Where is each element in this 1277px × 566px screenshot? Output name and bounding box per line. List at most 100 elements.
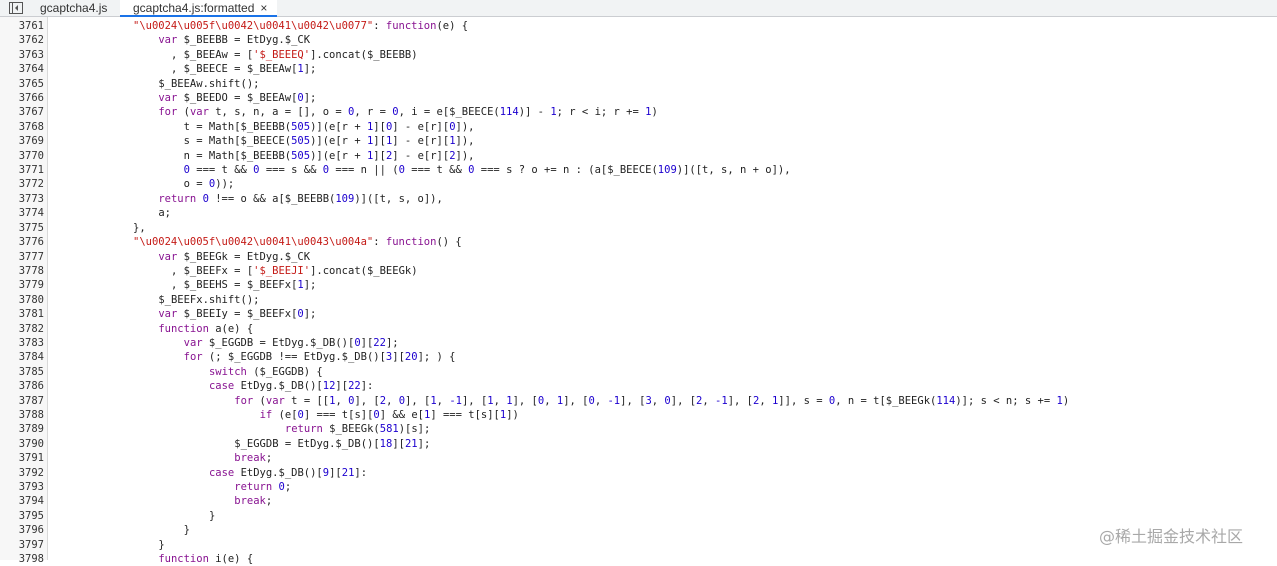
line-number[interactable]: 3795: [0, 509, 44, 523]
line-number[interactable]: 3789: [0, 422, 44, 436]
line-number[interactable]: 3793: [0, 480, 44, 494]
line-number[interactable]: 3787: [0, 394, 44, 408]
code-token: (e[: [272, 408, 298, 421]
code-token: , n = t[$_BEEGk(: [835, 394, 937, 407]
line-number[interactable]: 3761: [0, 19, 44, 33]
code-token: (e) {: [436, 20, 469, 32]
line-number[interactable]: 3796: [0, 523, 44, 537]
code-token: s = Math[$_BEECE(: [183, 135, 292, 148]
code-token: function: [158, 553, 209, 566]
line-number[interactable]: 3798: [0, 552, 44, 566]
code-text: },: [133, 221, 146, 235]
line-number[interactable]: 3786: [0, 379, 44, 393]
code-line: 3788 if (e[0] === t[s][0] && e[1] === t[s…: [0, 408, 1277, 422]
line-number[interactable]: 3776: [0, 235, 44, 249]
code-token: 505: [291, 149, 311, 162]
code-token: ,: [759, 394, 772, 407]
line-number[interactable]: 3785: [0, 365, 44, 379]
line-number[interactable]: 3783: [0, 336, 44, 350]
code-line: 3770 n = Math[$_BEEBB(505)](e[r + 1][2] -…: [0, 149, 1277, 163]
code-token: }: [208, 509, 216, 522]
code-token: === s ? o += n : (a[$_BEECE(: [474, 164, 658, 177]
code-line: 3781 var $_BEEIy = $_BEEFx[0];: [0, 307, 1277, 321]
tab-label: gcaptcha4.js:formatted: [133, 1, 255, 15]
line-number[interactable]: 3797: [0, 538, 44, 552]
code-line: 3783 var $_EGGDB = EtDyg.$_DB()[0][22];: [0, 336, 1277, 350]
line-number[interactable]: 3781: [0, 307, 44, 321]
code-token: ], [: [405, 394, 431, 407]
code-token: ]:: [360, 380, 374, 393]
line-number[interactable]: 3763: [0, 48, 44, 62]
code-line: 3778 , $_BEEFx = ['$_BEEJI'].concat($_BEE…: [0, 264, 1277, 278]
code-token: ;: [265, 452, 273, 465]
code-token: === t &&: [404, 164, 469, 177]
toggle-navigator-icon[interactable]: [9, 1, 23, 14]
code-line: 3787 for (var t = [[1, 0], [2, 0], [1, -1…: [0, 394, 1277, 408]
code-text: return 0 !== o && a[$_BEEBB(109)]([t, s,…: [158, 192, 443, 206]
line-number[interactable]: 3788: [0, 408, 44, 422]
code-token: ]:: [354, 466, 368, 479]
code-text: var $_BEEBB = EtDyg.$_CK: [158, 33, 310, 47]
code-token: ,: [594, 394, 608, 407]
code-line: 3779 , $_BEEHS = $_BEEFx[1];: [0, 278, 1277, 292]
line-number[interactable]: 3782: [0, 322, 44, 336]
code-token: o =: [183, 178, 209, 191]
code-token: return: [234, 481, 273, 493]
line-number[interactable]: 3779: [0, 278, 44, 292]
line-number[interactable]: 3766: [0, 91, 44, 105]
code-token: ));: [215, 178, 235, 191]
code-token: :: [373, 20, 386, 32]
line-number[interactable]: 3762: [0, 33, 44, 47]
line-number[interactable]: 3764: [0, 62, 44, 76]
line-number[interactable]: 3790: [0, 437, 44, 451]
code-line: 3784 for (; $_EGGDB !== EtDyg.$_DB()[3][2…: [0, 350, 1277, 364]
code-text: "\u0024\u005f\u0042\u0041\u0043\u004a": …: [133, 235, 462, 249]
line-number[interactable]: 3777: [0, 250, 44, 264]
tab-gcaptcha4-js[interactable]: gcaptcha4.js: [40, 0, 107, 17]
editor-tab-bar: gcaptcha4.js gcaptcha4.js:formatted ×: [0, 0, 1277, 17]
code-token: )](e[r +: [310, 149, 367, 162]
code-line: 3777 var $_BEEGk = EtDyg.$_CK: [0, 250, 1277, 264]
code-token: a(e) {: [208, 322, 254, 335]
code-text: case EtDyg.$_DB()[9][21]:: [209, 466, 367, 480]
line-number[interactable]: 3774: [0, 206, 44, 220]
line-number[interactable]: 3769: [0, 134, 44, 148]
code-token: ): [651, 106, 658, 119]
code-text: $_EGGDB = EtDyg.$_DB()[18][21];: [234, 437, 430, 451]
code-line: 3793 return 0;: [0, 480, 1277, 494]
code-line: 3780 $_BEEFx.shift();: [0, 293, 1277, 307]
code-text: , $_BEECE = $_BEEAw[1];: [171, 62, 316, 76]
code-line: 3794 break;: [0, 494, 1277, 508]
code-token: === n || (: [329, 164, 399, 177]
line-number[interactable]: 3775: [0, 221, 44, 235]
code-text: var $_EGGDB = EtDyg.$_DB()[0][22];: [184, 336, 399, 350]
line-number[interactable]: 3773: [0, 192, 44, 206]
code-token: ][: [373, 149, 386, 162]
line-number[interactable]: 3771: [0, 163, 44, 177]
line-number[interactable]: 3772: [0, 177, 44, 191]
code-text: for (; $_EGGDB !== EtDyg.$_DB()[3][20]; …: [184, 350, 456, 364]
code-token: 505: [291, 135, 311, 148]
line-number[interactable]: 3794: [0, 494, 44, 508]
code-token: for: [183, 351, 203, 364]
code-text: var $_BEEIy = $_BEEFx[0];: [158, 307, 316, 321]
code-token: }: [183, 524, 190, 537]
code-token: var: [183, 336, 203, 349]
line-number[interactable]: 3767: [0, 105, 44, 119]
line-number[interactable]: 3780: [0, 293, 44, 307]
code-text: a;: [158, 206, 171, 220]
code-token: !== o && a[$_BEEBB(: [208, 192, 336, 205]
code-token: "\u0024\u005f\u0042\u0041\u0043\u004a": [133, 236, 374, 249]
line-number[interactable]: 3768: [0, 120, 44, 134]
line-number[interactable]: 3792: [0, 466, 44, 480]
line-number[interactable]: 3770: [0, 149, 44, 163]
code-line: 3768 t = Math[$_BEEBB(505)](e[r + 1][0] -…: [0, 120, 1277, 134]
tab-gcaptcha4-js-formatted[interactable]: gcaptcha4.js:formatted ×: [120, 0, 278, 17]
line-number[interactable]: 3784: [0, 350, 44, 364]
code-token: t, s, n, a = [], o =: [208, 106, 348, 119]
close-icon[interactable]: ×: [260, 1, 267, 15]
line-number[interactable]: 3791: [0, 451, 44, 465]
line-number[interactable]: 3765: [0, 77, 44, 91]
line-number[interactable]: 3778: [0, 264, 44, 278]
code-editor[interactable]: 3761 "\u0024\u005f\u0042\u0041\u0042\u007…: [0, 19, 1277, 566]
